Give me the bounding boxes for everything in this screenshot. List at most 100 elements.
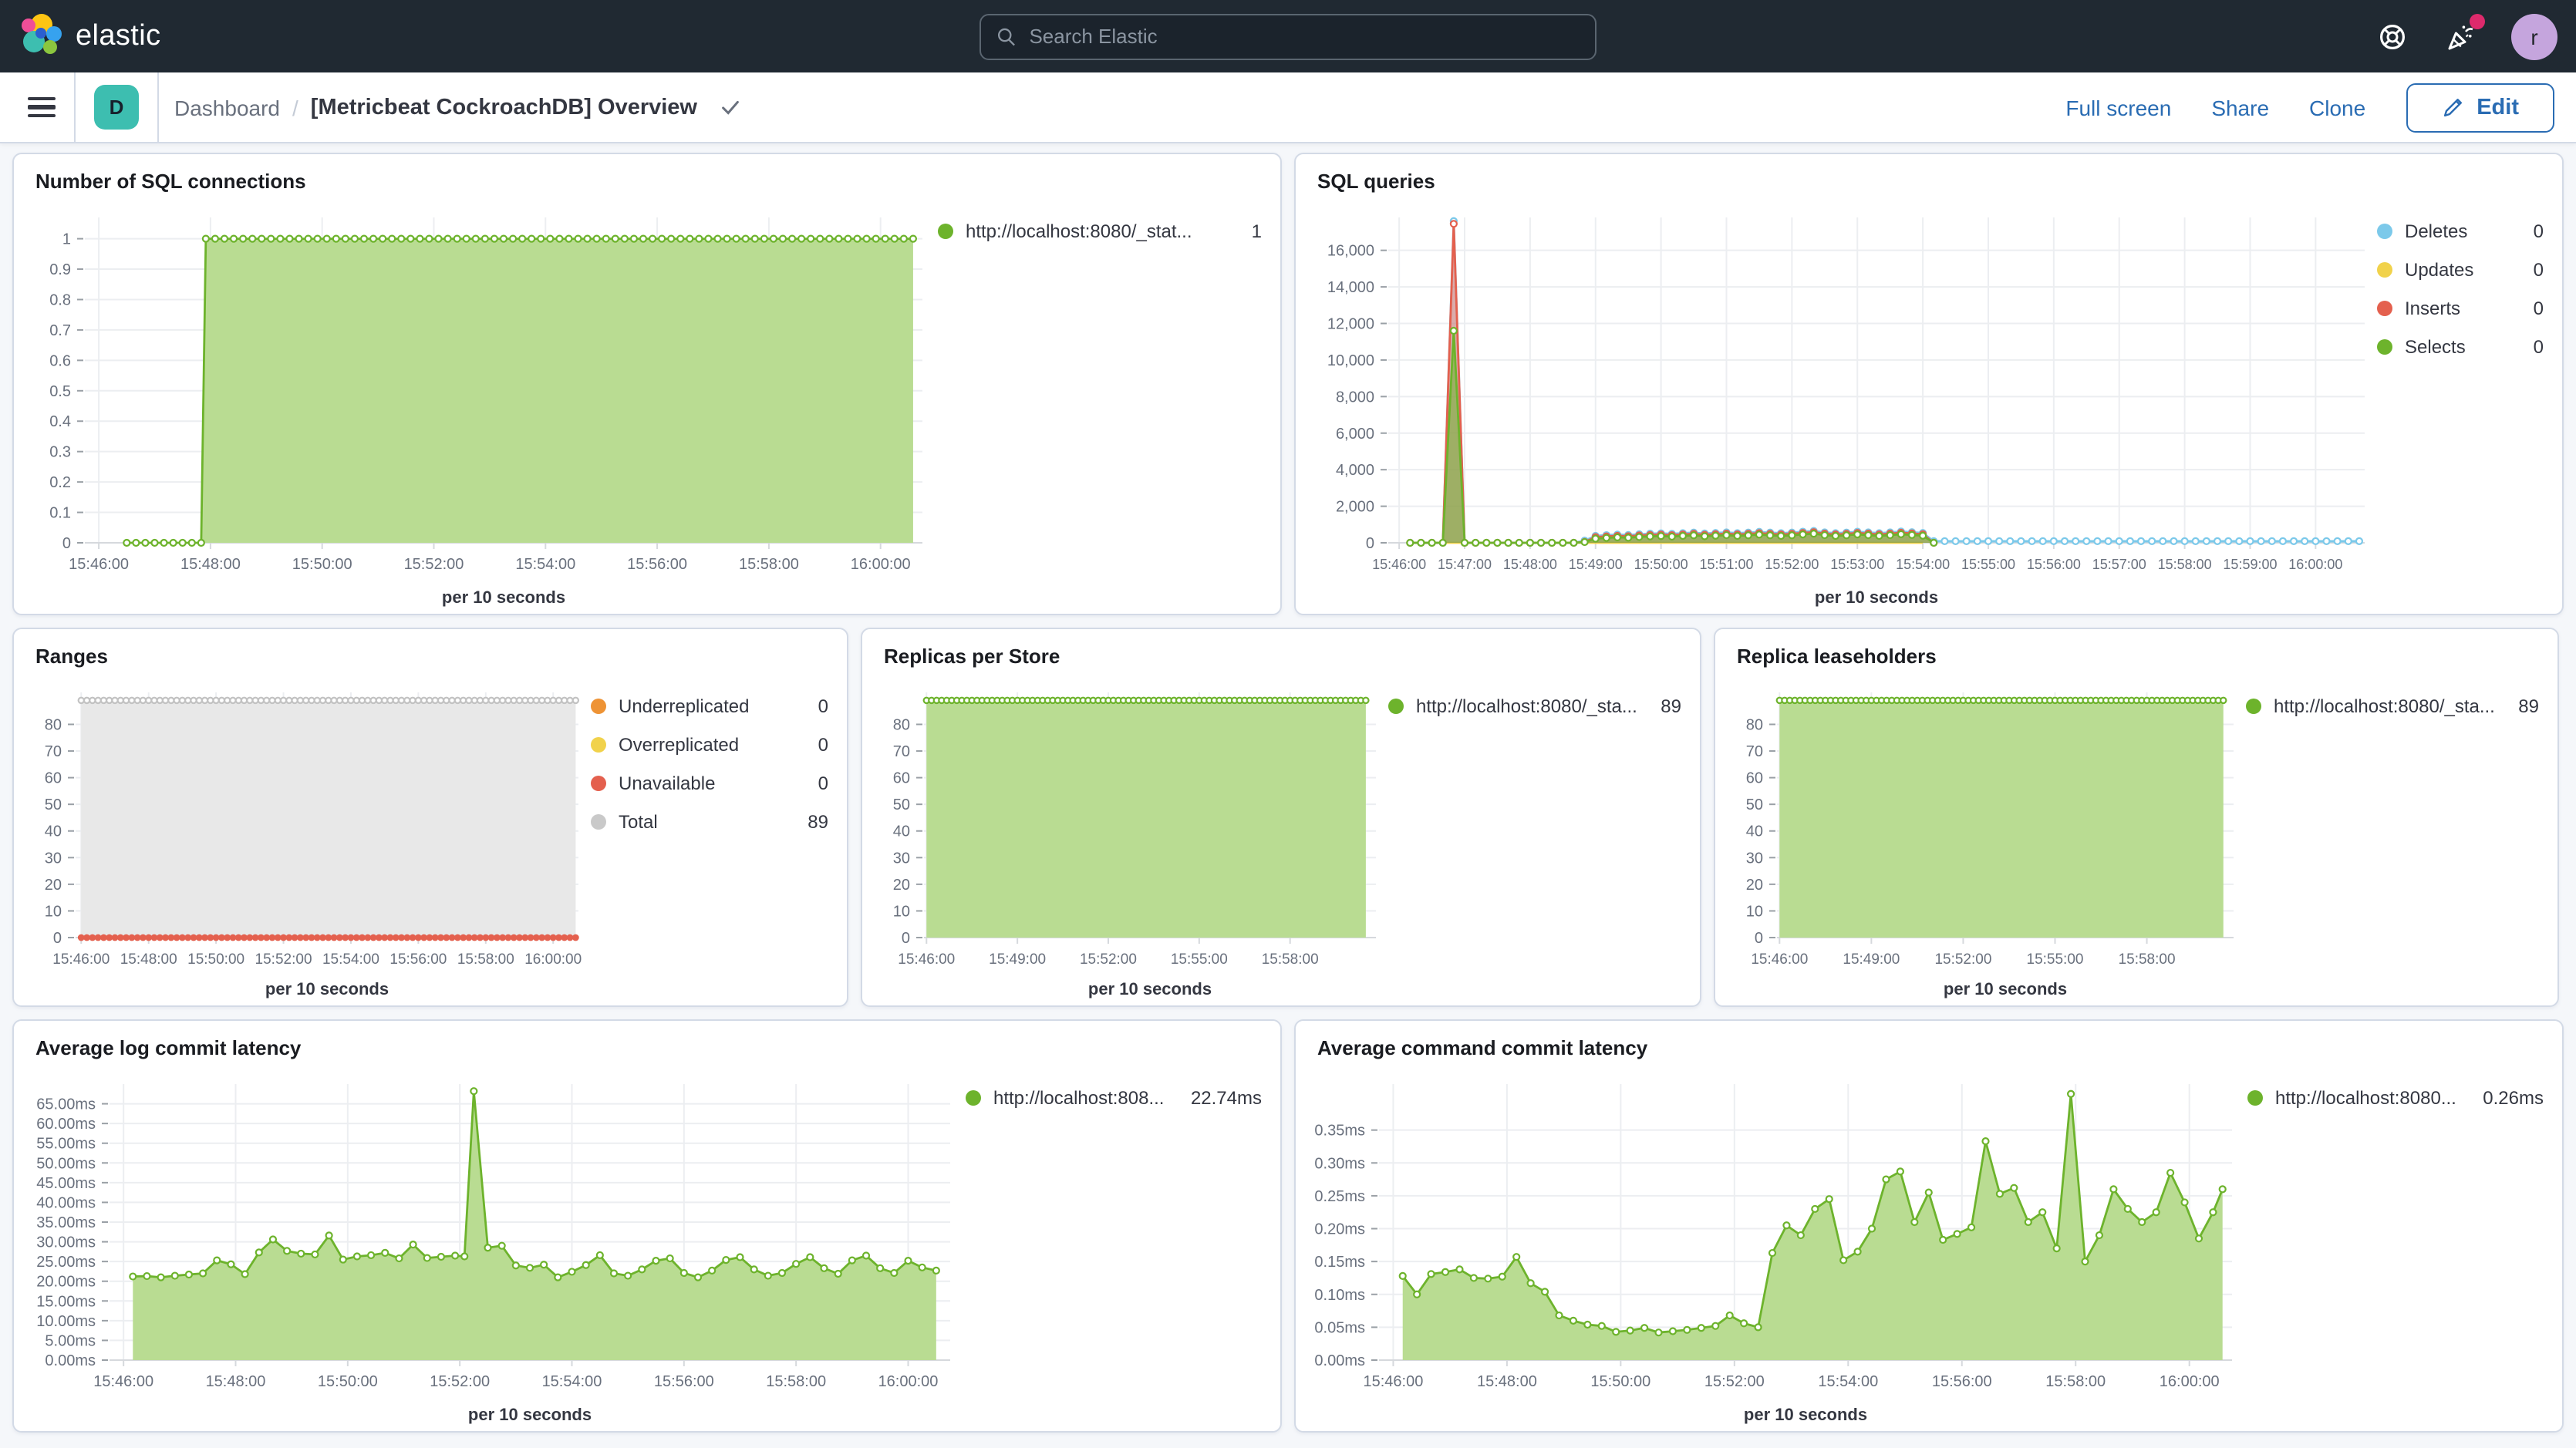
whats-new-party-popper-icon[interactable] — [2443, 19, 2477, 53]
legend-series-dot-icon — [591, 737, 606, 753]
clone-button[interactable]: Clone — [2309, 95, 2365, 120]
help-icon[interactable] — [2375, 19, 2409, 53]
svg-text:55.00ms: 55.00ms — [36, 1136, 96, 1153]
svg-text:12,000: 12,000 — [1327, 316, 1374, 333]
svg-text:15:50:00: 15:50:00 — [1634, 557, 1688, 572]
legend-series-dot-icon — [2247, 1090, 2263, 1106]
svg-text:15:52:00: 15:52:00 — [1080, 951, 1137, 968]
svg-text:80: 80 — [1746, 716, 1763, 733]
legend-item[interactable]: Unavailable0 — [591, 773, 828, 794]
legend-series-value: 0 — [2534, 336, 2544, 358]
svg-text:15:49:00: 15:49:00 — [1843, 951, 1900, 968]
menu-icon[interactable] — [28, 97, 56, 117]
command-commit-latency-chart[interactable]: 0.00ms0.05ms0.10ms0.15ms0.20ms0.25ms0.30… — [1296, 1062, 2247, 1431]
legend-series-value: 22.74ms — [1191, 1087, 1262, 1109]
svg-text:0.8: 0.8 — [49, 291, 71, 308]
edit-button[interactable]: Edit — [2406, 83, 2554, 132]
svg-text:16:00:00: 16:00:00 — [851, 556, 911, 573]
svg-text:0.15ms: 0.15ms — [1314, 1254, 1365, 1271]
legend-item[interactable]: Updates0 — [2377, 259, 2544, 281]
legend-item[interactable]: http://localhost:8080...0.26ms — [2247, 1087, 2544, 1109]
separator — [74, 72, 76, 143]
legend-item[interactable]: Inserts0 — [2377, 298, 2544, 319]
svg-text:0.6: 0.6 — [49, 352, 71, 369]
top-navigation-bar: elastic — [0, 0, 2576, 72]
svg-text:50.00ms: 50.00ms — [36, 1155, 96, 1172]
legend-series-dot-icon — [1388, 699, 1404, 714]
legend-item[interactable]: http://localhost:8080/_sta...89 — [1388, 695, 1681, 717]
global-search[interactable] — [979, 13, 1597, 59]
user-avatar[interactable]: r — [2511, 13, 2557, 59]
legend-series-label: http://localhost:8080/_stat... — [966, 221, 1239, 242]
legend-item[interactable]: http://localhost:8080/_stat...1 — [938, 221, 1262, 242]
legend-item[interactable]: Underreplicated0 — [591, 695, 828, 717]
svg-text:15:55:00: 15:55:00 — [1961, 557, 2015, 572]
chart-legend: http://localhost:8080/_stat...1 — [938, 196, 1280, 614]
replicas-per-store-chart[interactable]: 0102030405060708015:46:0015:49:0015:52:0… — [862, 671, 1388, 1005]
legend-series-value: 89 — [2518, 695, 2539, 717]
panel-title: Average command commit latency — [1296, 1021, 2562, 1062]
chart-svg: 02,0004,0006,0008,00010,00012,00014,0001… — [1296, 196, 2377, 614]
legend-series-value: 0 — [818, 773, 828, 794]
legend-series-value: 0 — [2534, 221, 2544, 242]
legend-series-dot-icon — [938, 224, 953, 239]
svg-text:45.00ms: 45.00ms — [36, 1175, 96, 1192]
svg-text:15:46:00: 15:46:00 — [898, 951, 955, 968]
svg-text:15.00ms: 15.00ms — [36, 1293, 96, 1310]
legend-series-dot-icon — [2377, 301, 2392, 316]
legend-item[interactable]: Selects0 — [2377, 336, 2544, 358]
svg-text:65.00ms: 65.00ms — [36, 1096, 96, 1113]
ranges-chart[interactable]: 0102030405060708015:46:0015:48:0015:50:0… — [14, 671, 591, 1005]
share-button[interactable]: Share — [2211, 95, 2269, 120]
legend-item[interactable]: Deletes 0 — [2377, 221, 2544, 242]
full-screen-button[interactable]: Full screen — [2065, 95, 2171, 120]
svg-text:10.00ms: 10.00ms — [36, 1313, 96, 1330]
elastic-brand[interactable]: elastic — [0, 16, 161, 56]
dashboard-app-icon[interactable]: D — [94, 85, 139, 130]
breadcrumb-dashboard-link[interactable]: Dashboard — [174, 95, 280, 120]
legend-series-value: 0 — [818, 695, 828, 717]
chart-svg: 0102030405060708015:46:0015:49:0015:52:0… — [862, 671, 1388, 1005]
svg-text:15:46:00: 15:46:00 — [93, 1373, 153, 1390]
legend-series-label: Deletes — [2405, 221, 2521, 242]
panel-title: Ranges — [14, 629, 847, 671]
svg-text:15:46:00: 15:46:00 — [52, 951, 110, 968]
svg-text:0.05ms: 0.05ms — [1314, 1319, 1365, 1336]
svg-text:0.3: 0.3 — [49, 444, 71, 461]
legend-item[interactable]: Overreplicated0 — [591, 734, 828, 756]
legend-item[interactable]: http://localhost:808...22.74ms — [966, 1087, 1262, 1109]
svg-text:50: 50 — [45, 796, 62, 813]
log-commit-latency-chart[interactable]: 0.00ms5.00ms10.00ms15.00ms20.00ms25.00ms… — [14, 1062, 966, 1431]
svg-text:per 10 seconds: per 10 seconds — [265, 979, 389, 998]
svg-text:70: 70 — [45, 743, 62, 760]
legend-series-label: Inserts — [2405, 298, 2521, 319]
replica-leaseholders-chart[interactable]: 0102030405060708015:46:0015:49:0015:52:0… — [1715, 671, 2246, 1005]
chart-legend: http://localhost:8080/_sta...89 — [2246, 671, 2557, 1005]
legend-series-value: 0.26ms — [2483, 1087, 2544, 1109]
svg-text:50: 50 — [1746, 796, 1763, 813]
legend-series-value: 0 — [818, 734, 828, 756]
dashboard-actions: Full screen Share Clone Edit — [2065, 83, 2554, 132]
legend-item[interactable]: Total89 — [591, 811, 828, 833]
svg-text:15:50:00: 15:50:00 — [292, 556, 352, 573]
svg-text:15:56:00: 15:56:00 — [1932, 1373, 1992, 1390]
title-check-icon[interactable] — [719, 96, 742, 119]
svg-text:15:54:00: 15:54:00 — [322, 951, 379, 968]
svg-text:14,000: 14,000 — [1327, 279, 1374, 296]
svg-text:0: 0 — [1366, 535, 1374, 552]
chart-svg: 0102030405060708015:46:0015:49:0015:52:0… — [1715, 671, 2246, 1005]
chart-legend: Underreplicated0 Overreplicated0 Unavailab… — [591, 671, 847, 1005]
sql-connections-chart[interactable]: 00.10.20.30.40.50.60.70.80.9115:46:0015:… — [14, 196, 938, 614]
svg-text:15:52:00: 15:52:00 — [430, 1373, 490, 1390]
sql-queries-chart[interactable]: 02,0004,0006,0008,00010,00012,00014,0001… — [1296, 196, 2377, 614]
svg-text:15:55:00: 15:55:00 — [1171, 951, 1228, 968]
svg-text:15:57:00: 15:57:00 — [2092, 557, 2146, 572]
svg-text:16,000: 16,000 — [1327, 243, 1374, 260]
legend-item[interactable]: http://localhost:8080/_sta...89 — [2246, 695, 2539, 717]
kibana-dashboard-page: elastic — [0, 0, 2576, 1448]
svg-text:0.35ms: 0.35ms — [1314, 1123, 1365, 1140]
search-input[interactable] — [1029, 25, 1580, 48]
svg-text:15:52:00: 15:52:00 — [255, 951, 312, 968]
panel-ranges: Ranges 0102030405060708015:46:0015:48:00… — [12, 628, 848, 1007]
svg-text:15:48:00: 15:48:00 — [206, 1373, 266, 1390]
